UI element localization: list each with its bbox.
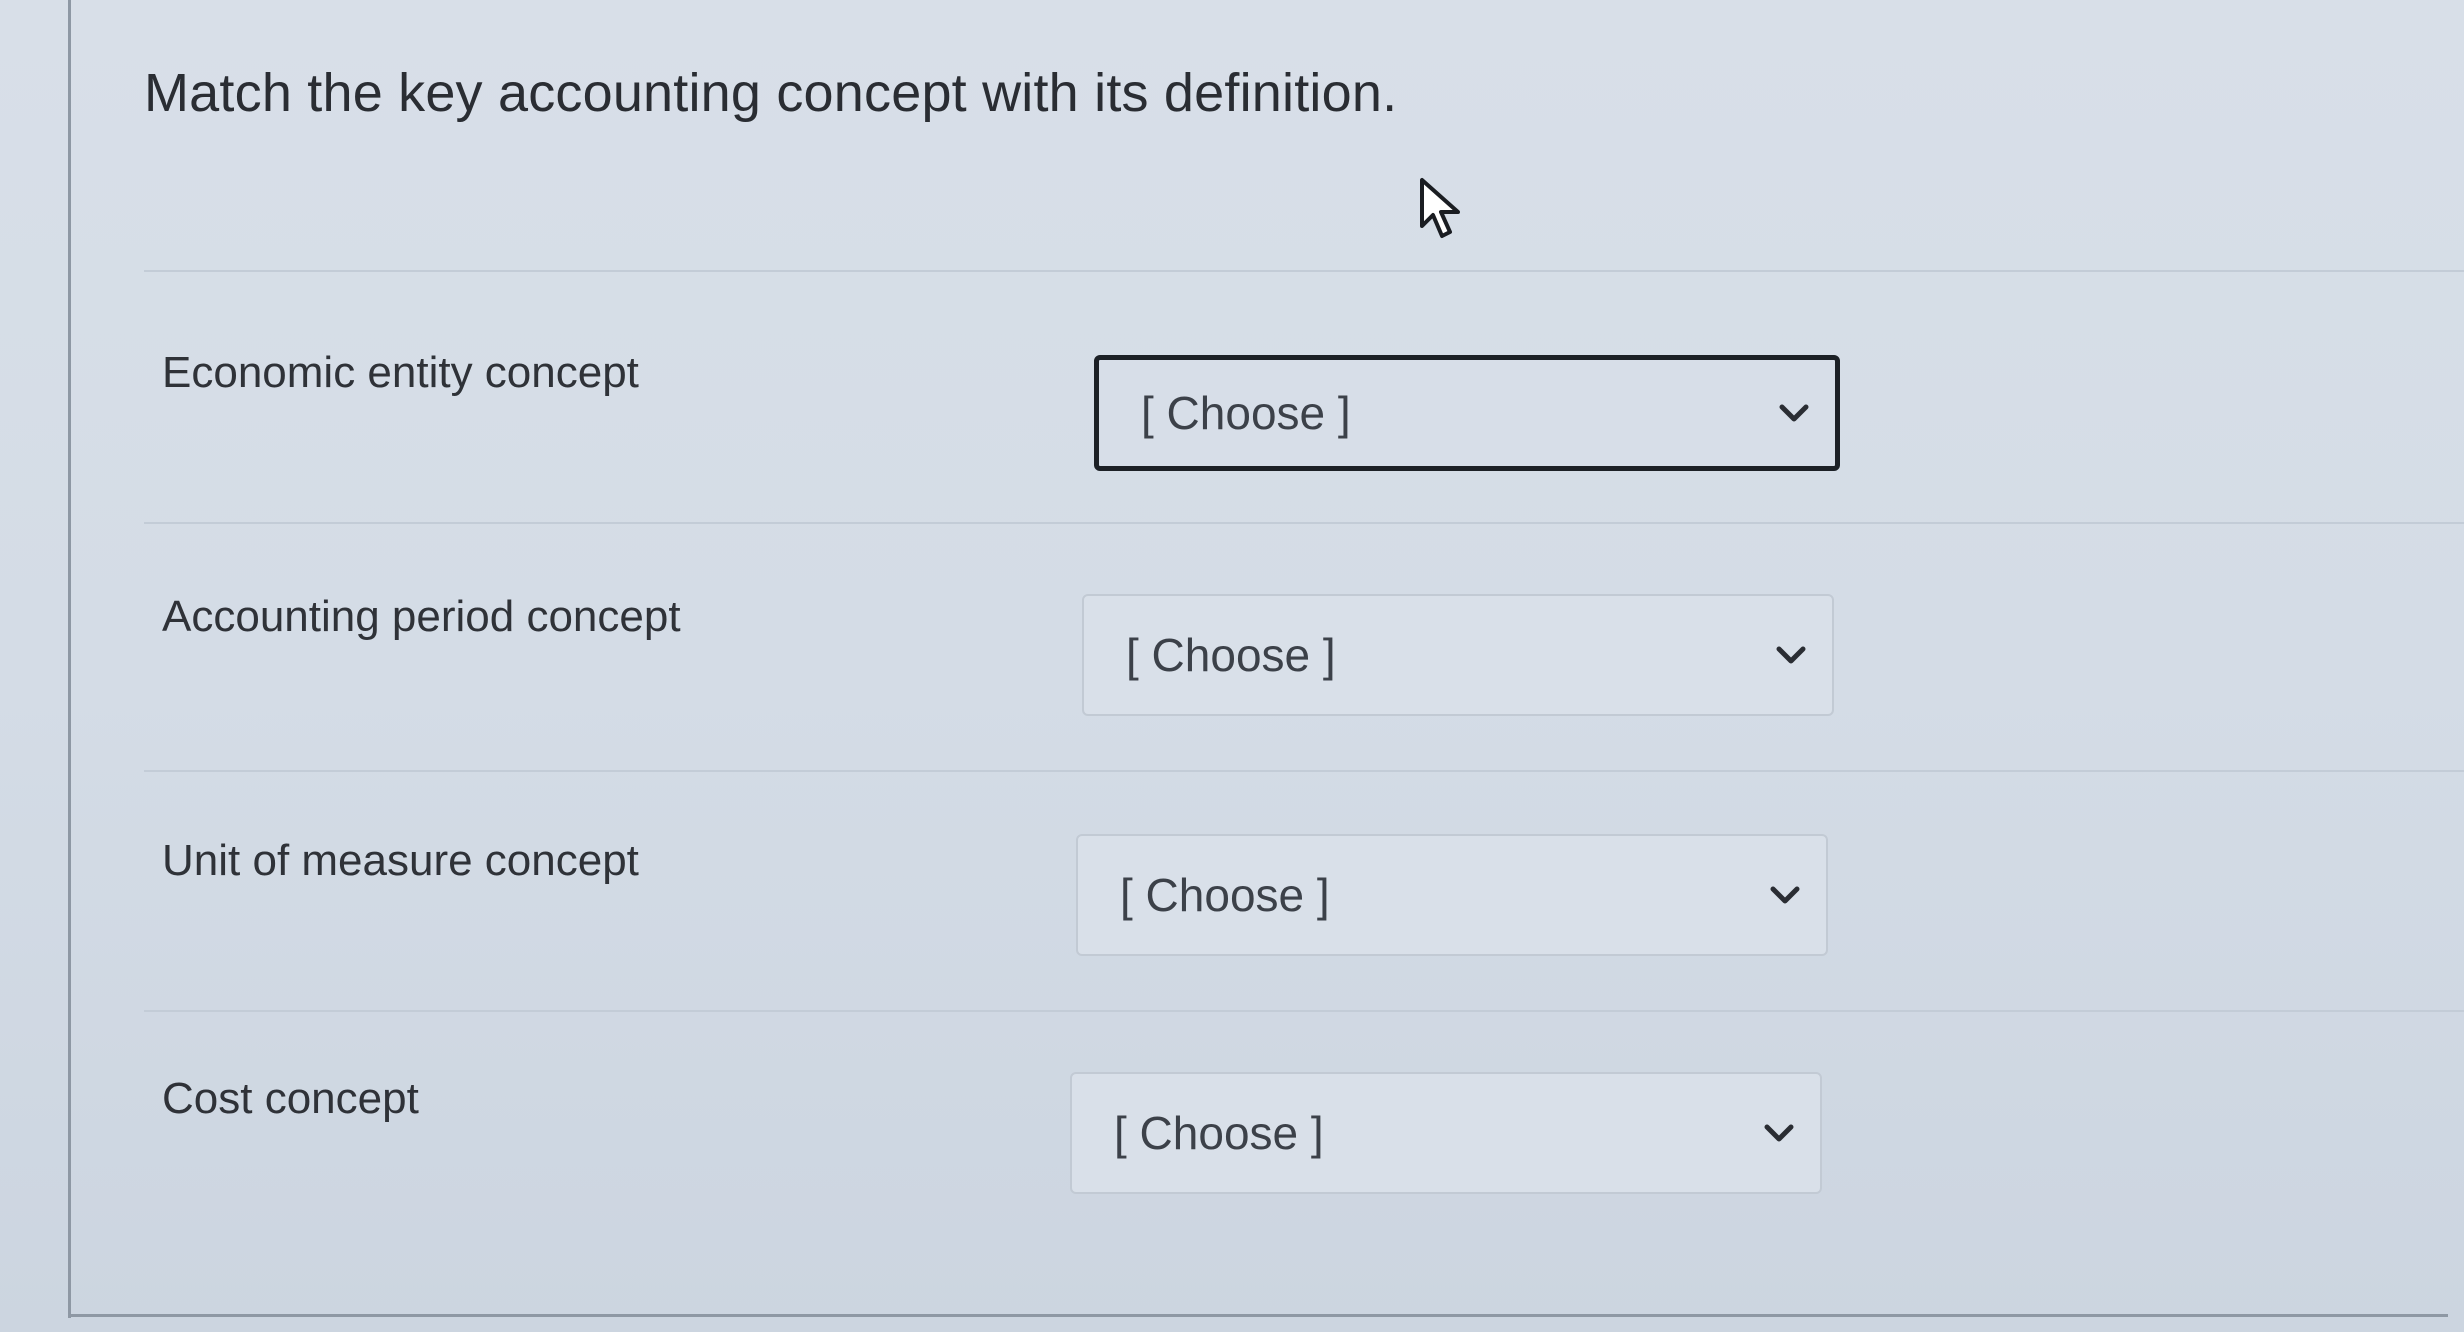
- definition-select[interactable]: [ Choose ]: [1070, 1072, 1822, 1194]
- question-title: Match the key accounting concept with it…: [144, 63, 1398, 123]
- definition-select[interactable]: [ Choose ]: [1082, 594, 1834, 716]
- select-value: [ Choose ]: [1114, 1107, 1324, 1159]
- row-divider: [144, 522, 2464, 524]
- panel-bottom-border: [68, 1314, 2448, 1317]
- chevron-down-icon: [1779, 404, 1809, 422]
- page: Match the key accounting concept with it…: [0, 0, 2464, 1332]
- chevron-down-icon: [1764, 1124, 1794, 1142]
- concept-label: Accounting period concept: [162, 592, 681, 641]
- select-value: [ Choose ]: [1120, 869, 1330, 921]
- row-divider: [144, 770, 2464, 772]
- chevron-down-icon: [1776, 646, 1806, 664]
- concept-label: Economic entity concept: [162, 348, 639, 397]
- select-value: [ Choose ]: [1126, 629, 1336, 681]
- mouse-pointer-icon: [1420, 178, 1460, 238]
- concept-label: Cost concept: [162, 1074, 419, 1123]
- question-panel: Match the key accounting concept with it…: [72, 0, 2464, 1314]
- definition-select[interactable]: [ Choose ]: [1076, 834, 1828, 956]
- chevron-down-icon: [1770, 886, 1800, 904]
- panel-left-border: [68, 0, 71, 1318]
- select-value: [ Choose ]: [1141, 387, 1351, 439]
- concept-label: Unit of measure concept: [162, 836, 639, 885]
- definition-select[interactable]: [ Choose ]: [1094, 355, 1840, 471]
- row-divider: [144, 270, 2464, 272]
- row-divider: [144, 1010, 2464, 1012]
